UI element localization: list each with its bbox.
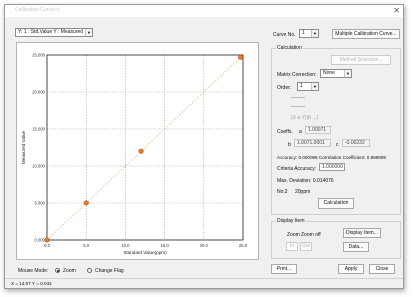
y-tick-label: 15.000 [32, 127, 45, 132]
y-tick-label: 0.000 [35, 238, 46, 243]
coeff-c-field: -0.00232 [342, 139, 370, 147]
y-tick-label: 5.000 [35, 201, 46, 206]
window-title: Calibration Curve(s) [15, 7, 60, 13]
chevron-down-icon: ▼ [85, 29, 92, 36]
curve-no-select[interactable]: 1 ▼ [299, 29, 319, 38]
x-tick-label: 25.0 [239, 243, 248, 248]
matrix-correction-value: None [323, 70, 335, 76]
divider [291, 106, 305, 107]
y-tick-label: 10.000 [32, 164, 45, 169]
mouse-mode-label: Mouse Mode: [18, 268, 49, 274]
calibration-chart[interactable]: 0.0 5.0 10.0 15.0 20.0 25.0 0.000 5.000 10.000 15… [16, 42, 259, 260]
order-value: 1 [300, 83, 303, 89]
coeff-b-label: b [288, 142, 291, 148]
zoom-out-button[interactable]: Out [300, 242, 312, 251]
criteria-accuracy-label: Criteria Accuracy: [277, 166, 317, 172]
coeff-a-label: a [299, 129, 302, 135]
max-deviation-text: Max. Deviation: 0.014076 [277, 178, 334, 184]
status-bar: X = 14.07 Y = 0.034 [5, 278, 403, 288]
x-tick-label: 10.0 [121, 243, 130, 248]
chart-svg: 0.0 5.0 10.0 15.0 20.0 25.0 0.000 5.000 10.000 15… [21, 53, 248, 256]
calibration-fit-line [46, 54, 244, 241]
order-select[interactable]: 1 ▼ [297, 82, 319, 91]
zoom-off-label[interactable]: Zoom off [301, 232, 321, 238]
curve-no-value: 1 [302, 30, 305, 36]
title-bar: Calibration Curve(s) ✕ [5, 5, 403, 17]
zoom-radio-label: Zoom [63, 268, 76, 274]
curve-no-label: Curve No. [273, 32, 296, 38]
multiple-calibration-button[interactable]: Multiple Calibration Curve... [332, 29, 400, 39]
x-tick-label: 15.0 [161, 243, 170, 248]
chevron-down-icon: ▼ [344, 70, 351, 77]
display-item-group: Display Item [271, 218, 401, 259]
data-point[interactable] [238, 54, 244, 60]
close-window-button[interactable]: ✕ [393, 6, 400, 15]
zoom-radio[interactable] [55, 268, 60, 273]
matrix-correction-label: Matrix Correction: [277, 72, 317, 78]
data-point[interactable] [138, 148, 144, 154]
chevron-down-icon: ▼ [311, 30, 318, 37]
data-point[interactable] [44, 237, 50, 243]
x-axis-title: Standard Value(ppm) [123, 250, 167, 255]
coeffs-label: Coeffs. [277, 129, 293, 135]
divider [291, 97, 305, 98]
display-item-button[interactable]: Display Item... [343, 228, 381, 238]
plot-selector-value: Y: 1 : Std.Value Y : Measured [18, 29, 84, 35]
no2-label: No.2 [277, 189, 288, 195]
matrix-correction-select[interactable]: None ▼ [320, 69, 352, 78]
data-button[interactable]: Data... [343, 242, 369, 252]
accuracy-text: Accuracy: 0.000089 Correlation Coefficie… [277, 155, 386, 160]
data-point[interactable] [83, 200, 89, 206]
coeff-a-field: 1.00071 [305, 126, 331, 134]
y-tick-label: 20.000 [32, 90, 45, 95]
plot-selector[interactable]: Y: 1 : Std.Value Y : Measured ▼ [15, 28, 93, 37]
no2-value: 20ppm [295, 189, 311, 195]
print-button[interactable]: Print... [271, 264, 297, 274]
close-button[interactable]: Close [369, 264, 395, 274]
y-tick-label: 25.000 [32, 53, 45, 58]
change-flag-radio[interactable] [87, 268, 92, 273]
coeff-b-field: 1.0071.0001 [294, 139, 331, 147]
zoom-label: Zoom [287, 232, 300, 238]
change-flag-radio-label: Change Flag [95, 268, 124, 274]
x-tick-label: 5.0 [83, 243, 89, 248]
x-tick-label: 0.0 [44, 243, 50, 248]
coeff-c-label: c [336, 142, 339, 148]
y-axis-title: Measured Value [21, 131, 26, 165]
display-item-group-title: Display Item [276, 218, 306, 224]
x-tick-label: 20.0 [200, 243, 209, 248]
method-selection-button[interactable]: Method Selection... [331, 55, 391, 65]
equation-text: (X a Y)(b ...) [291, 115, 319, 121]
apply-button[interactable]: Apply [338, 264, 364, 274]
zoom-in-button[interactable]: In [286, 242, 298, 251]
cursor-coordinates: X = 14.07 Y = 0.034 [11, 281, 52, 286]
calculation-group-title: Calculation [276, 45, 303, 51]
criteria-accuracy-field[interactable]: 1.000000 [319, 163, 345, 171]
chevron-down-icon: ▼ [311, 83, 318, 90]
calibration-window: Calibration Curve(s) ✕ Y: 1 : Std.Value … [4, 4, 404, 289]
order-label: Order: [277, 85, 292, 91]
calculation-button[interactable]: Calculation [318, 198, 354, 209]
